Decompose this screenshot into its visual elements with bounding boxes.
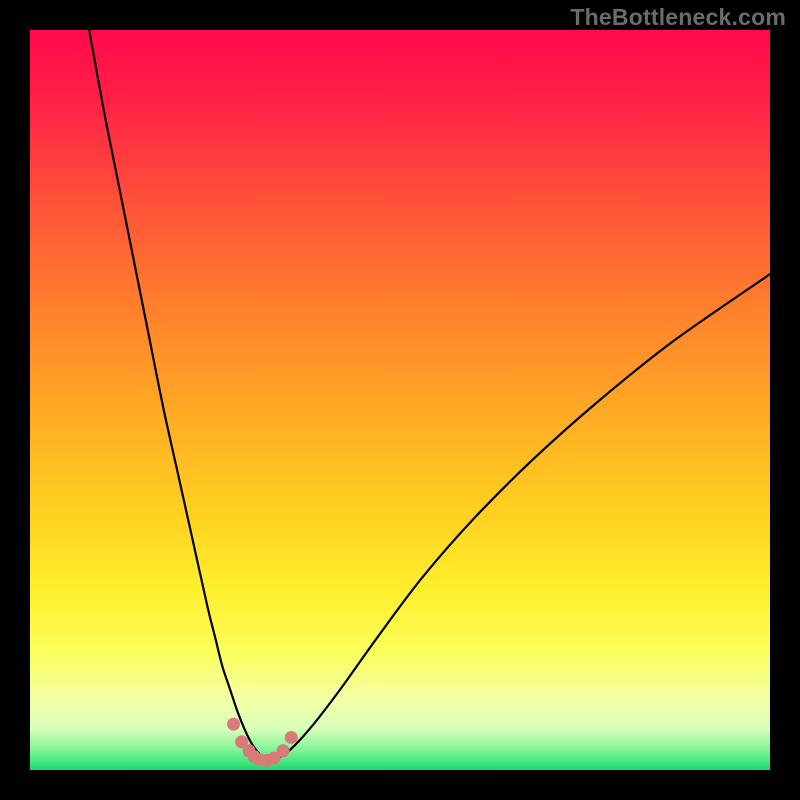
watermark-text: TheBottleneck.com	[570, 4, 786, 31]
bottleneck-curve	[30, 30, 770, 770]
chart-stage: TheBottleneck.com	[0, 0, 800, 800]
near-minimum-points	[227, 718, 298, 767]
plot-area	[30, 30, 770, 770]
